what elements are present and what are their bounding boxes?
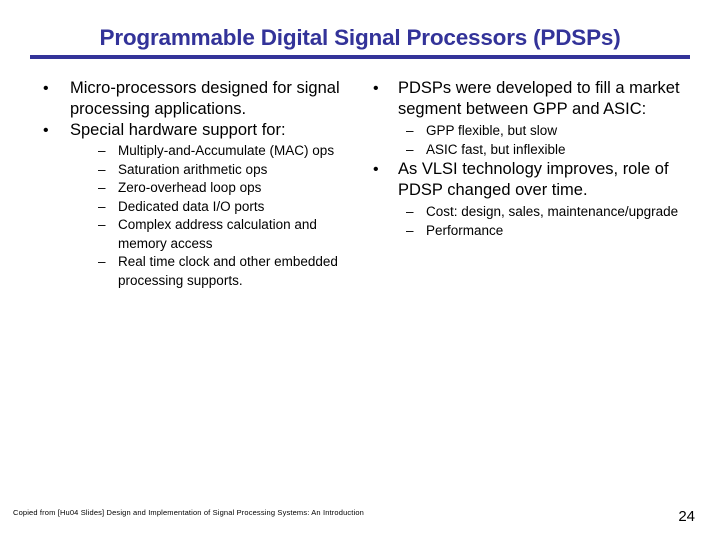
bullet-marker-icon: • (373, 161, 379, 178)
dash-marker-icon: – (406, 222, 414, 238)
source-attribution: Copied from [Hu04 Slides] Design and Imp… (13, 508, 364, 517)
dash-marker-icon: – (98, 254, 106, 269)
dash-marker-icon: – (98, 161, 106, 177)
page-title: Programmable Digital Signal Processors (… (99, 25, 621, 50)
right-content-column: • PDSPs were developed to fill a market … (362, 78, 697, 240)
sub-bullet-text: ASIC fast, but inflexible (426, 141, 566, 157)
bullet-item: • As VLSI technology improves, role of P… (362, 159, 697, 240)
bullet-marker-icon: • (373, 80, 379, 97)
bullet-text: Micro-processors designed for signal pro… (70, 79, 340, 118)
bullet-item: • Special hardware support for: – Multip… (28, 120, 358, 290)
dash-marker-icon: – (406, 141, 414, 157)
dash-marker-icon: – (98, 143, 106, 158)
bullet-item: • PDSPs were developed to fill a market … (362, 78, 697, 159)
dash-marker-icon: – (98, 217, 106, 232)
sub-bullet-text: Zero-overhead loop ops (118, 180, 262, 195)
bullet-item: • Micro-processors designed for signal p… (28, 78, 358, 120)
bullet-text: As VLSI technology improves, role of PDS… (398, 160, 669, 199)
sub-bullet-text: Cost: design, sales, maintenance/upgrade (426, 204, 679, 219)
sub-bullet-item: – ASIC fast, but inflexible (406, 141, 697, 160)
sub-bullet-item: – Cost: design, sales, maintenance/upgra… (406, 203, 697, 222)
sub-bullet-item: – Complex address calculation and memory… (98, 216, 358, 253)
sub-bullet-text: Saturation arithmetic ops (118, 161, 268, 177)
sub-bullet-item: – GPP flexible, but slow (406, 122, 697, 141)
sub-bullet-item: – Dedicated data I/O ports (98, 198, 358, 217)
slide: Programmable Digital Signal Processors (… (0, 0, 720, 540)
bullet-marker-icon: • (43, 80, 49, 97)
bullet-marker-icon: • (43, 122, 49, 139)
dash-marker-icon: – (406, 204, 414, 219)
sub-bullet-text: Multiply-and-Accumulate (MAC) ops (118, 143, 335, 158)
sub-bullet-item: – Saturation arithmetic ops (98, 161, 358, 180)
sub-bullet-item: – Real time clock and other embedded pro… (98, 253, 358, 290)
sub-bullet-item: – Zero-overhead loop ops (98, 179, 358, 198)
dash-marker-icon: – (98, 180, 106, 195)
title-block: Programmable Digital Signal Processors (… (0, 26, 720, 59)
bullet-text: Special hardware support for: (70, 121, 286, 139)
dash-marker-icon: – (98, 198, 106, 214)
left-bullet-list: • Micro-processors designed for signal p… (28, 78, 358, 290)
sub-bullet-text: Real time clock and other embedded proce… (118, 254, 338, 288)
page-number: 24 (678, 508, 695, 525)
title-underline-rule (30, 54, 690, 59)
dash-marker-icon: – (406, 123, 414, 138)
sub-bullet-text: Dedicated data I/O ports (118, 198, 265, 214)
sub-bullet-item: – Multiply-and-Accumulate (MAC) ops (98, 142, 358, 161)
sub-bullet-text: GPP flexible, but slow (426, 123, 558, 138)
sub-bullet-list: – GPP flexible, but slow – ASIC fast, bu… (406, 122, 697, 159)
sub-bullet-list: – Cost: design, sales, maintenance/upgra… (406, 203, 697, 240)
right-bullet-list: • PDSPs were developed to fill a market … (362, 78, 697, 240)
bullet-text: PDSPs were developed to fill a market se… (398, 79, 680, 118)
sub-bullet-text: Complex address calculation and memory a… (118, 217, 317, 251)
sub-bullet-item: – Performance (406, 222, 697, 241)
sub-bullet-text: Performance (426, 222, 504, 238)
sub-bullet-list: – Multiply-and-Accumulate (MAC) ops – Sa… (98, 142, 358, 290)
left-content-column: • Micro-processors designed for signal p… (28, 78, 358, 290)
